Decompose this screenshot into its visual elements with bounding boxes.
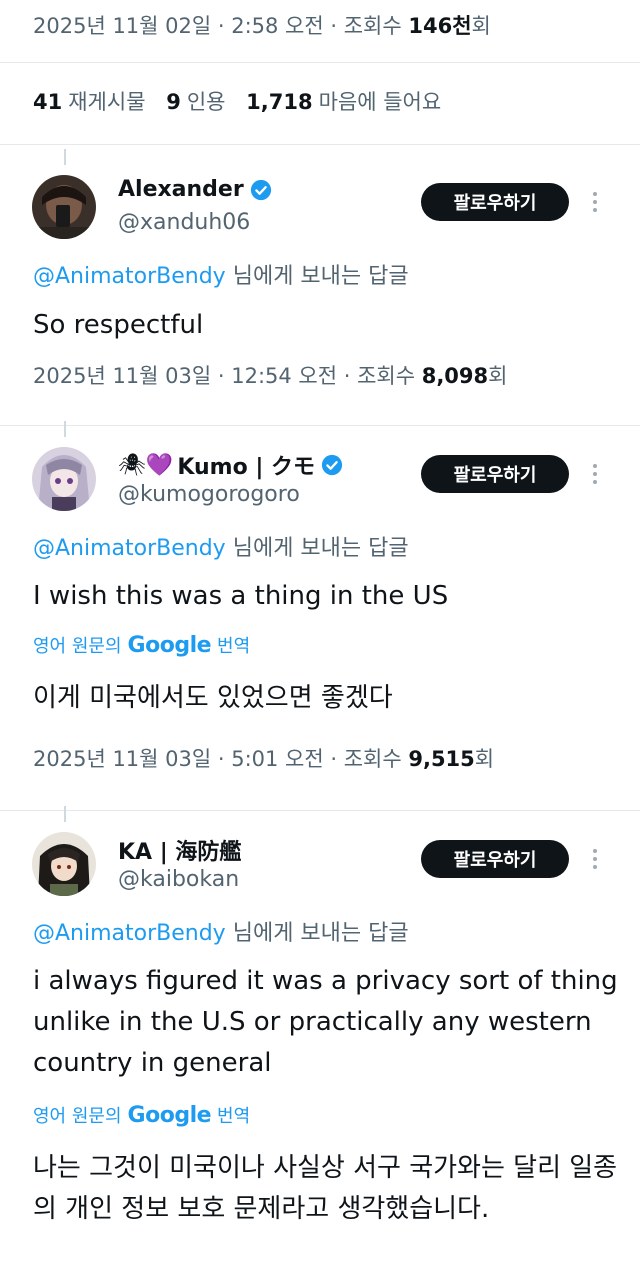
author-handle[interactable]: @kaibokan bbox=[118, 867, 239, 892]
author-name[interactable]: Kumo | クモ bbox=[177, 449, 315, 481]
main-tweet-views-suffix: 회 bbox=[471, 14, 491, 38]
author-row: Alexander bbox=[118, 177, 272, 202]
avatar[interactable] bbox=[32, 447, 96, 511]
reply-tweet[interactable]: Alexander @xanduh06 팔로우하기 @AnimatorBendy… bbox=[0, 149, 640, 423]
tweet-meta: 2025년 11월 03일 · 5:01 오전 · 조회수 9,515회 bbox=[33, 743, 494, 773]
mention-link[interactable]: @AnimatorBendy bbox=[33, 264, 226, 289]
tweet-text: So respectful bbox=[33, 310, 204, 340]
translated-text: 이게 미국에서도 있었으면 좋겠다 bbox=[33, 683, 393, 713]
stat-label: 재게시물 bbox=[68, 90, 146, 114]
author-handle[interactable]: @kumogorogoro bbox=[118, 482, 300, 507]
main-tweet-date: 2025년 11월 02일 · 2:58 오전 · 조회수 bbox=[33, 14, 409, 38]
author-row: KA | 海防艦 bbox=[118, 834, 241, 866]
stat-value: 41 bbox=[33, 90, 63, 114]
main-tweet-views: 146천 bbox=[408, 14, 472, 38]
google-logo: Google bbox=[127, 1102, 212, 1128]
tweet-views: 9,515 bbox=[408, 747, 475, 771]
translate-suffix: 번역 bbox=[217, 636, 251, 657]
more-options-icon[interactable] bbox=[584, 185, 606, 219]
stat-reposts[interactable]: 41 재게시물 bbox=[33, 90, 146, 114]
mention-link[interactable]: @AnimatorBendy bbox=[33, 536, 226, 561]
author-name[interactable]: Alexander bbox=[118, 177, 244, 202]
reply-context-label: 님에게 보내는 답글 bbox=[225, 264, 409, 289]
engagement-stats: 41 재게시물 9 인용 1,718 마음에 들어요 bbox=[33, 86, 455, 116]
follow-button[interactable]: 팔로우하기 bbox=[421, 183, 569, 221]
verified-badge-icon bbox=[321, 454, 343, 476]
divider bbox=[0, 810, 640, 811]
stat-label: 마음에 들어요 bbox=[318, 90, 442, 114]
mention-link[interactable]: @AnimatorBendy bbox=[33, 921, 226, 946]
thread-line bbox=[64, 149, 66, 165]
tweet-views-suffix: 회 bbox=[488, 364, 508, 388]
thread-line bbox=[64, 421, 66, 437]
reply-context: @AnimatorBendy 님에게 보내는 답글 bbox=[33, 530, 409, 562]
more-options-icon[interactable] bbox=[584, 457, 606, 491]
translated-text: 나는 그것이 미국이나 사실상 서구 국가와는 달리 일종의 개인 정보 보호 … bbox=[33, 1153, 618, 1224]
translate-prefix: 영어 원문의 bbox=[33, 636, 122, 657]
tweet-text: I wish this was a thing in the US bbox=[33, 581, 449, 611]
reply-context-label: 님에게 보내는 답글 bbox=[225, 536, 409, 561]
avatar[interactable] bbox=[32, 832, 96, 896]
translate-suffix: 번역 bbox=[217, 1106, 251, 1127]
tweet-text: i always figured it was a privacy sort o… bbox=[33, 966, 618, 1078]
google-logo: Google bbox=[127, 632, 212, 658]
translation-attribution: 영어 원문의 Google 번역 bbox=[33, 1102, 250, 1128]
translate-prefix: 영어 원문의 bbox=[33, 1106, 122, 1127]
reply-tweet[interactable]: KA | 海防艦 @kaibokan 팔로우하기 @AnimatorBendy … bbox=[0, 806, 640, 1280]
follow-button[interactable]: 팔로우하기 bbox=[421, 840, 569, 878]
author-handle[interactable]: @xanduh06 bbox=[118, 210, 250, 235]
avatar[interactable] bbox=[32, 175, 96, 239]
author-name[interactable]: KA | 海防艦 bbox=[118, 834, 241, 866]
reply-context-label: 님에게 보내는 답글 bbox=[225, 921, 409, 946]
stat-label: 인용 bbox=[186, 90, 226, 114]
name-emoji: 🕷💜 bbox=[118, 452, 174, 478]
author-row: 🕷💜 Kumo | クモ bbox=[118, 449, 343, 481]
stat-quotes[interactable]: 9 인용 bbox=[166, 90, 225, 114]
divider bbox=[0, 425, 640, 426]
stat-value: 1,718 bbox=[246, 90, 313, 114]
divider bbox=[0, 144, 640, 145]
tweet-date: 2025년 11월 03일 · 5:01 오전 · 조회수 bbox=[33, 747, 409, 771]
main-tweet-meta: 2025년 11월 02일 · 2:58 오전 · 조회수 146천회 bbox=[33, 10, 491, 40]
more-options-icon[interactable] bbox=[584, 842, 606, 876]
stat-value: 9 bbox=[166, 90, 181, 114]
verified-badge-icon bbox=[250, 179, 271, 200]
thread-line bbox=[64, 806, 66, 822]
translation-attribution: 영어 원문의 Google 번역 bbox=[33, 632, 250, 658]
tweet-views: 8,098 bbox=[421, 364, 489, 388]
tweet-meta: 2025년 11월 03일 · 12:54 오전 · 조회수 8,098회 bbox=[33, 360, 507, 390]
reply-tweet[interactable]: 🕷💜 Kumo | クモ @kumogorogoro 팔로우하기 @Animat… bbox=[0, 421, 640, 807]
follow-button[interactable]: 팔로우하기 bbox=[421, 455, 569, 493]
reply-context: @AnimatorBendy 님에게 보내는 답글 bbox=[33, 258, 409, 290]
stat-likes[interactable]: 1,718 마음에 들어요 bbox=[246, 90, 441, 114]
tweet-views-suffix: 회 bbox=[474, 747, 495, 771]
divider bbox=[0, 62, 640, 63]
tweet-date: 2025년 11월 03일 · 12:54 오전 · 조회수 bbox=[33, 364, 422, 388]
reply-context: @AnimatorBendy 님에게 보내는 답글 bbox=[33, 915, 409, 947]
